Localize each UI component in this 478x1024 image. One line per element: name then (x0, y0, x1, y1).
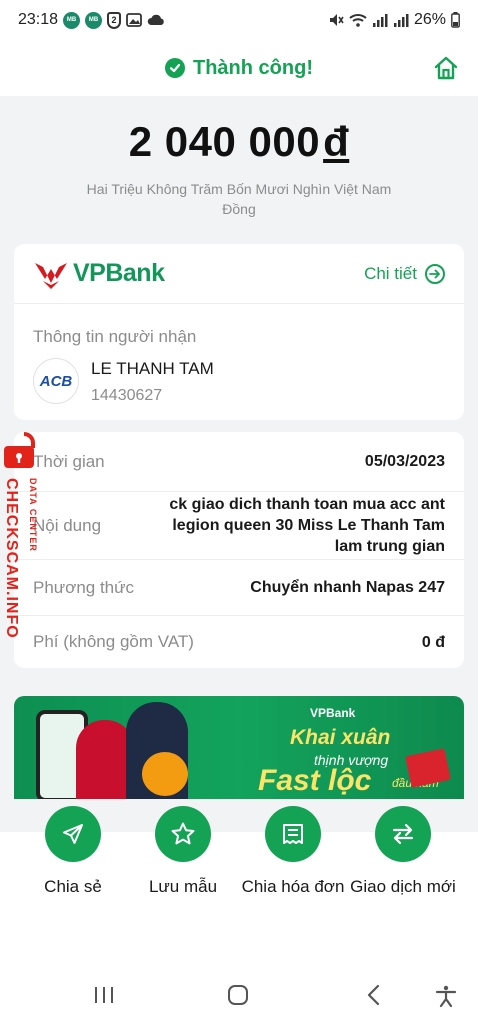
acb-bank-logo: ACB (33, 358, 79, 404)
back-icon (367, 984, 380, 1006)
banner-mascot-image (142, 752, 188, 796)
detail-link[interactable]: Chi tiết (364, 263, 445, 284)
app-header: Thành công! (0, 40, 478, 96)
detail-label: Phương thức (33, 577, 135, 597)
back-button[interactable] (362, 984, 386, 1006)
recipient-name: LE THANH TAM (91, 359, 214, 378)
recipient-card: VPBank Chi tiết Thông tin người nhận ACB… (14, 244, 464, 420)
signal-icon-2 (393, 14, 409, 27)
signal-icon (372, 14, 388, 27)
share-button[interactable]: Chia sẻ (18, 806, 128, 898)
watermark: CHECKSCAM.INFO DATA CENTER (0, 430, 50, 670)
detail-row-fee: Phí (không gồm VAT) 0 đ (14, 616, 464, 668)
success-title-text: Thành công! (193, 56, 313, 79)
home-icon (434, 56, 458, 80)
detail-label: Phí (không gồm VAT) (33, 632, 194, 651)
system-nav-bar (0, 968, 478, 1024)
detail-label: Nội dung (33, 515, 102, 535)
bank-row: VPBank Chi tiết (14, 244, 464, 304)
arrow-right-circle-icon (425, 263, 445, 284)
receipt-content[interactable]: 2 040 000đ Hai Triệu Không Trăm Bốn Mươi… (0, 96, 478, 832)
mbbank-app-icon-2: MB (85, 11, 103, 29)
banner-line-3: Fast lộc (258, 764, 372, 797)
send-icon (45, 806, 101, 862)
detail-link-label: Chi tiết (364, 263, 417, 283)
vpbank-logo-icon (35, 262, 67, 289)
detail-row-method: Phương thức Chuyển nhanh Napas 247 (14, 560, 464, 616)
recent-apps-button[interactable] (92, 984, 116, 1006)
watermark-subtext: DATA CENTER (28, 478, 38, 552)
new-transaction-button[interactable]: Giao dịch mới (348, 806, 458, 898)
detail-value: 05/03/2023 (364, 453, 445, 470)
battery-icon (451, 12, 460, 28)
detail-value: Chuyển nhanh Napas 247 (250, 579, 445, 596)
vpbank-wordmark: VPBank (73, 259, 165, 287)
detail-row-content: Nội dung ck giao dich thanh toan mua acc… (14, 492, 464, 560)
detail-value: ck giao dich thanh toan mua acc ant legi… (169, 496, 445, 555)
battery-percent: 26% (413, 11, 446, 28)
cloud-icon (147, 14, 164, 25)
mbbank-app-icon: MB (63, 11, 81, 29)
success-title: Thành công! (165, 57, 313, 80)
new-transaction-label: Giao dịch mới (350, 877, 456, 896)
detail-value: 0 đ (421, 633, 445, 651)
share-label: Chia sẻ (44, 877, 102, 896)
save-template-label: Lưu mẫu (148, 877, 218, 896)
promo-banner[interactable]: VPBank Khai xuân thịnh vượng Fast lộc đầ… (14, 696, 464, 799)
image-notification-icon (126, 13, 142, 27)
split-bill-button[interactable]: Chia hóa đơn (238, 806, 348, 898)
banner-logo: VPBank (310, 706, 356, 720)
amount: 2 040 000đ (0, 118, 478, 166)
detail-row-time: Thời gian 05/03/2023 (14, 432, 464, 492)
transaction-details-card: Thời gian 05/03/2023 Nội dung ck giao di… (14, 432, 464, 668)
recent-apps-icon (95, 987, 113, 1003)
lock-icon (4, 432, 35, 468)
star-icon (155, 806, 211, 862)
receipt-icon (265, 806, 321, 862)
home-circle-icon (228, 985, 248, 1005)
vpbank-logo: VPBank (33, 259, 165, 289)
status-time: 23:18 (18, 11, 59, 28)
home-nav-button[interactable] (226, 984, 250, 1006)
amount-in-words: Hai Triệu Không Trăm Bốn Mươi Nghìn Việt… (86, 181, 392, 217)
swap-icon (375, 806, 431, 862)
check-circle-icon (165, 58, 185, 78)
wifi-icon (349, 14, 367, 27)
save-template-button[interactable]: Lưu mẫu (128, 806, 238, 898)
split-bill-label: Chia hóa đơn (241, 877, 345, 896)
banner-line-1: Khai xuân (290, 726, 391, 749)
status-bar: 23:18 MB MB 2 26% (0, 0, 478, 40)
recipient-account: 14430627 (91, 387, 163, 404)
detail-label: Thời gian (33, 451, 105, 471)
currency-symbol: đ (323, 118, 350, 165)
home-button[interactable] (432, 54, 460, 82)
recipient-info-label: Thông tin người nhận (33, 327, 197, 346)
shield-notification-icon: 2 (107, 11, 122, 29)
red-envelope-image (405, 748, 451, 788)
accessibility-button[interactable] (434, 984, 458, 1008)
watermark-text: CHECKSCAM.INFO (3, 478, 20, 639)
accessibility-icon (435, 985, 457, 1008)
mute-icon (329, 14, 344, 26)
action-bar: Chia sẻ Lưu mẫu Chia hóa đơn Giao dịch m… (0, 806, 478, 936)
amount-value: 2 040 000 (128, 118, 321, 165)
